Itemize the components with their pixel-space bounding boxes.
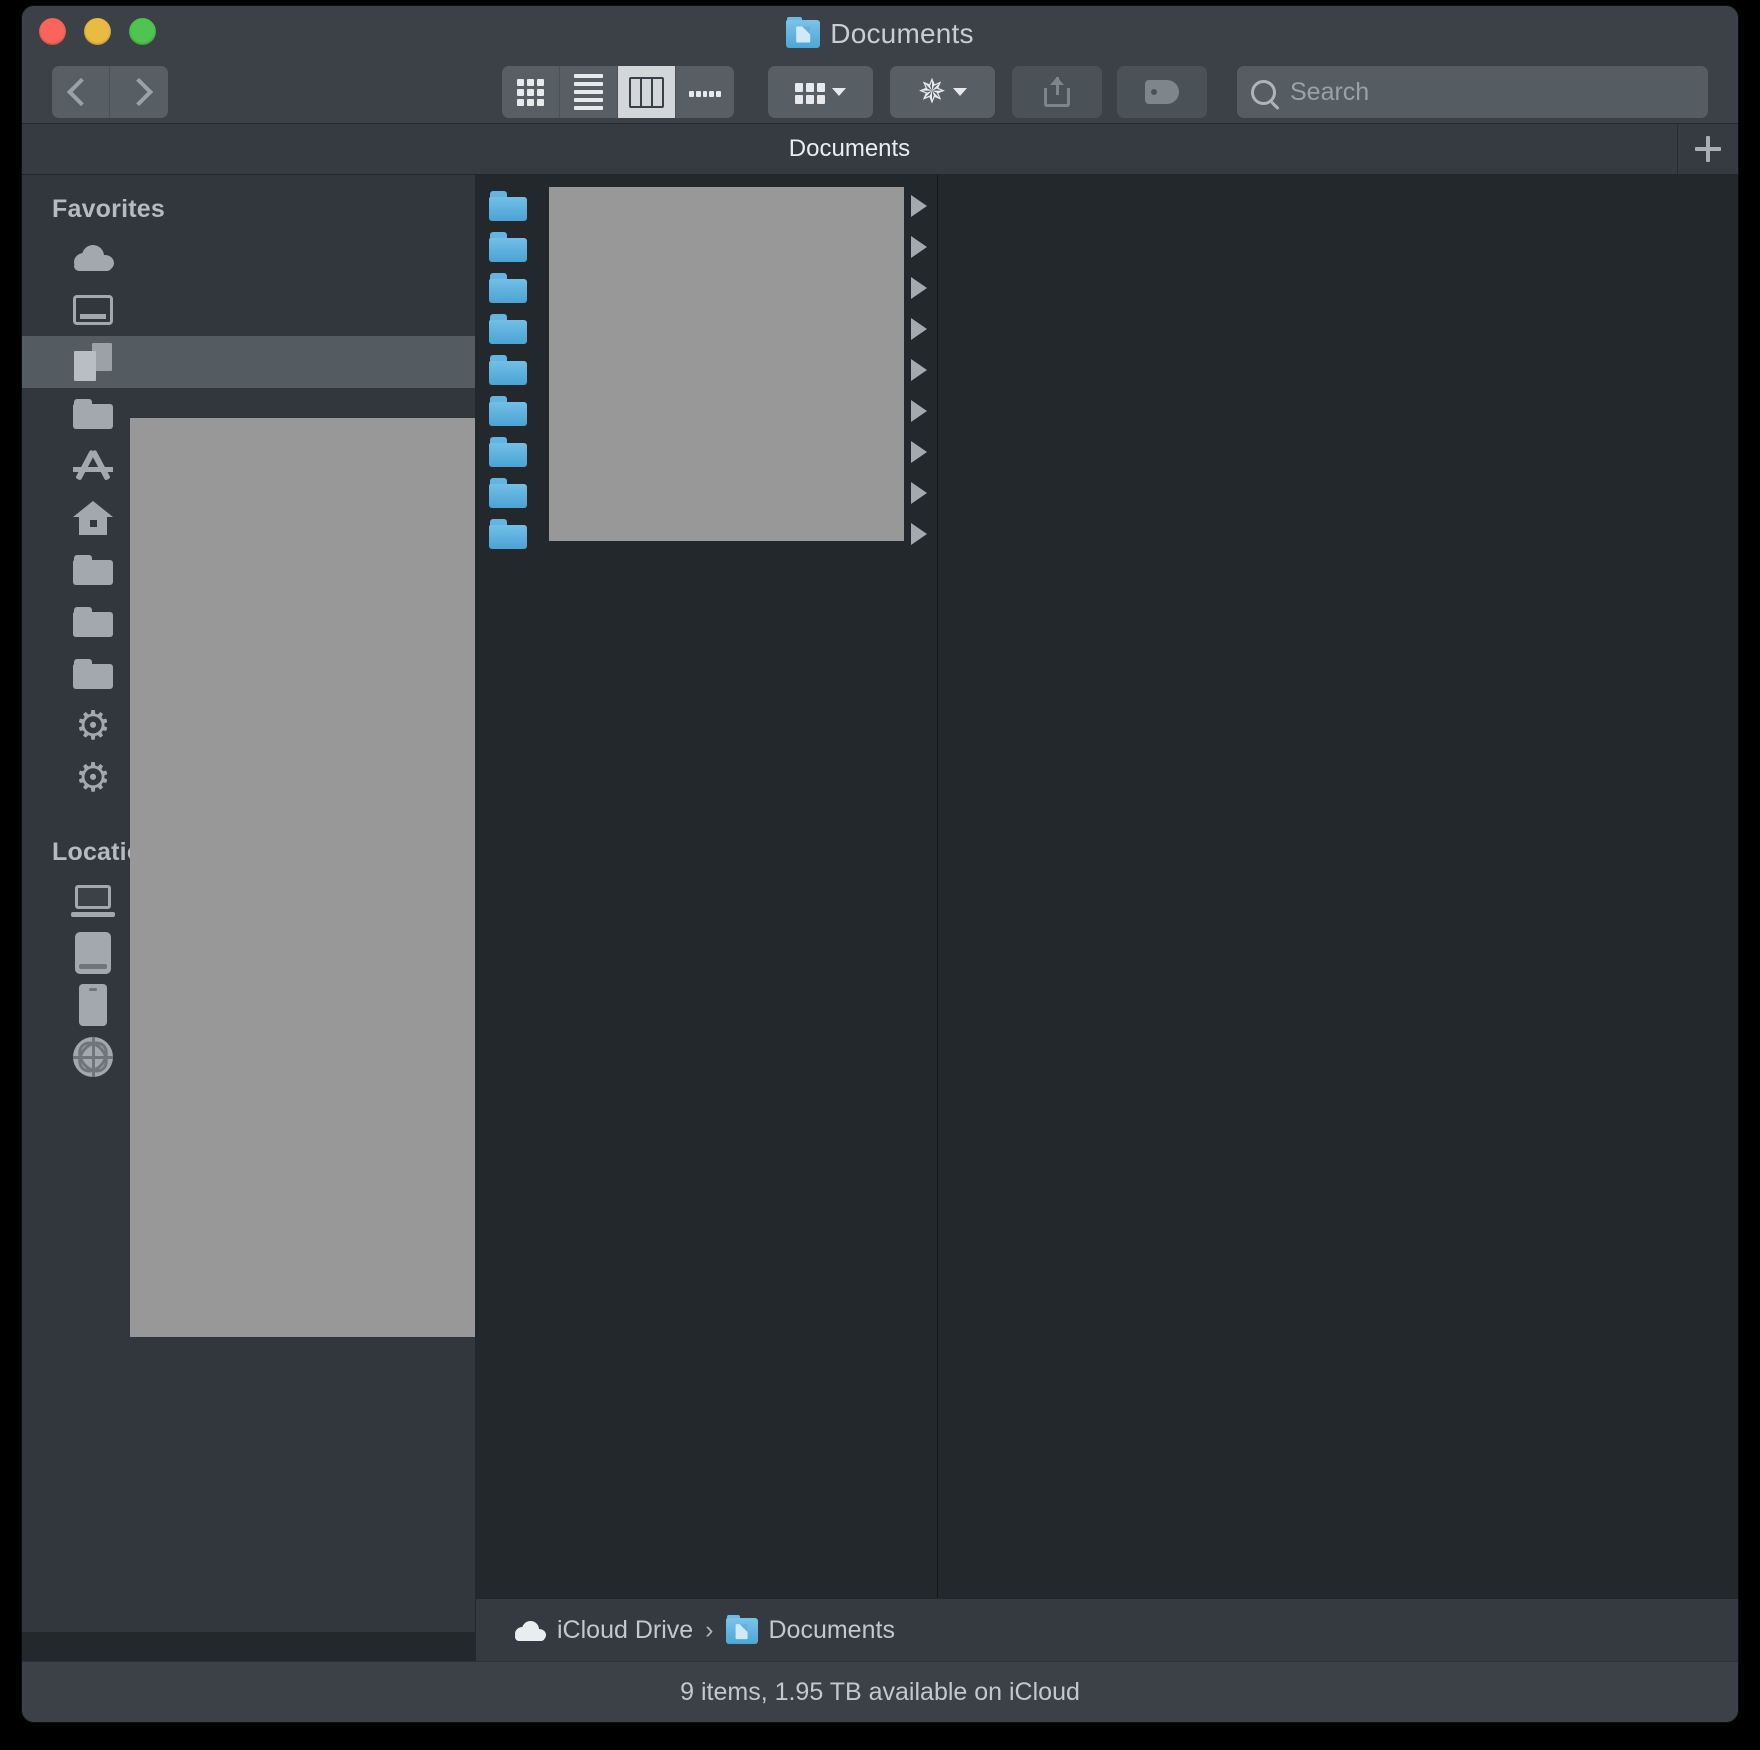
folder-icon xyxy=(70,550,116,590)
grid-icon xyxy=(517,78,544,106)
breadcrumb-documents[interactable]: Documents xyxy=(725,1614,895,1645)
tab-label: Documents xyxy=(788,135,911,162)
gear-icon: ⚙ xyxy=(75,756,111,800)
redaction-overlay-sidebar xyxy=(130,418,475,1337)
gear-icon: ⚙ xyxy=(75,704,111,748)
sidebar-section-favorites: Favorites xyxy=(52,195,165,223)
search-field[interactable] xyxy=(1237,66,1708,118)
blue-folder-icon xyxy=(489,478,527,508)
gear-icon: ✵ xyxy=(917,73,947,111)
chevron-down-icon xyxy=(953,88,968,96)
status-text: 9 items, 1.95 TB available on iCloud xyxy=(680,1677,1080,1706)
traffic-light-buttons xyxy=(39,18,156,45)
navigation-buttons xyxy=(52,66,168,118)
blue-folder-icon xyxy=(489,191,527,221)
gallery-view-button[interactable] xyxy=(676,66,734,118)
blue-folder-icon xyxy=(489,519,527,549)
close-button[interactable] xyxy=(39,18,66,45)
title-bar: Documents ✵ Search xyxy=(22,6,1738,124)
folder-icon xyxy=(70,394,116,434)
window-body: Favorites ⚙ ⚙ Locations xyxy=(22,175,1738,1632)
cloud-icon xyxy=(514,1620,546,1641)
list-icon xyxy=(574,74,603,110)
documents-icon xyxy=(70,342,116,382)
minimize-button[interactable] xyxy=(84,18,111,45)
share-button[interactable] xyxy=(1012,66,1102,118)
disclosure-arrow-icon[interactable] xyxy=(911,359,927,381)
back-button[interactable] xyxy=(52,66,110,118)
disclosure-arrow-icon[interactable] xyxy=(911,482,927,504)
plus-icon xyxy=(1695,136,1721,162)
window-title: Documents xyxy=(22,17,1738,50)
group-items-button[interactable] xyxy=(768,66,873,118)
disclosure-arrow-icon[interactable] xyxy=(911,277,927,299)
breadcrumb-label: iCloud Drive xyxy=(557,1616,694,1644)
redaction-overlay-column xyxy=(549,187,904,541)
documents-folder-icon xyxy=(786,17,821,48)
sidebar-item-documents[interactable] xyxy=(22,336,475,388)
path-bar: iCloud Drive › Documents xyxy=(476,1598,1738,1662)
laptop-icon xyxy=(70,881,116,921)
columns-icon xyxy=(629,76,664,108)
chevron-down-icon xyxy=(832,88,846,96)
home-icon xyxy=(70,498,116,538)
column-1 xyxy=(475,175,938,1632)
finder-window: Documents ✵ Search Documents Favorites ⚙… xyxy=(22,6,1738,1722)
disclosure-arrow-icon[interactable] xyxy=(911,400,927,422)
group-icon xyxy=(795,80,825,104)
applications-icon xyxy=(70,446,116,486)
search-icon xyxy=(1251,79,1276,105)
sidebar: Favorites ⚙ ⚙ Locations xyxy=(22,175,475,1632)
icloud-icon xyxy=(70,238,116,278)
window-title-text: Documents xyxy=(830,18,974,49)
search-input[interactable] xyxy=(1288,76,1694,108)
maximize-button[interactable] xyxy=(129,18,156,45)
column-view-button[interactable] xyxy=(618,66,676,118)
blue-folder-icon xyxy=(489,396,527,426)
disclosure-arrow-icon[interactable] xyxy=(911,523,927,545)
column-2 xyxy=(938,175,1738,1632)
status-bar: 9 items, 1.95 TB available on iCloud xyxy=(22,1661,1738,1722)
disclosure-arrow-icon[interactable] xyxy=(911,195,927,217)
tag-icon xyxy=(1145,80,1179,104)
blue-folder-icon xyxy=(489,232,527,262)
drive-icon xyxy=(70,932,116,974)
toolbar: ✵ xyxy=(22,61,1738,123)
gallery-icon xyxy=(689,88,721,97)
breadcrumb-separator: › xyxy=(705,1616,714,1644)
disclosure-arrow-icon[interactable] xyxy=(911,236,927,258)
folder-icon xyxy=(70,654,116,694)
action-menu-button[interactable]: ✵ xyxy=(890,66,995,118)
view-mode-switcher xyxy=(502,66,734,118)
desktop-icon xyxy=(70,290,116,330)
add-tags-button[interactable] xyxy=(1117,66,1207,118)
blue-folder-icon xyxy=(489,314,527,344)
blue-folder-icon xyxy=(489,273,527,303)
disclosure-arrow-icon[interactable] xyxy=(911,318,927,340)
chevron-left-icon xyxy=(66,77,95,107)
chevron-right-icon xyxy=(124,77,154,107)
network-icon xyxy=(70,1037,116,1077)
list-view-button[interactable] xyxy=(560,66,618,118)
breadcrumb-icloud-drive[interactable]: iCloud Drive xyxy=(514,1616,693,1645)
forward-button[interactable] xyxy=(110,66,168,118)
folder-icon xyxy=(70,602,116,642)
breadcrumb-label: Documents xyxy=(768,1616,895,1644)
blue-folder-icon xyxy=(489,437,527,467)
new-tab-button[interactable] xyxy=(1678,124,1738,174)
disclosure-arrow-icon[interactable] xyxy=(911,441,927,463)
tab-documents[interactable]: Documents xyxy=(22,124,1678,174)
share-icon xyxy=(1044,77,1070,107)
iphone-icon xyxy=(70,984,116,1026)
documents-folder-icon xyxy=(725,1614,758,1644)
sidebar-item-desktop[interactable] xyxy=(22,284,475,336)
sidebar-item-icloud-drive[interactable] xyxy=(22,232,475,284)
icon-view-button[interactable] xyxy=(502,66,560,118)
tab-bar: Documents xyxy=(22,124,1738,175)
blue-folder-icon xyxy=(489,355,527,385)
